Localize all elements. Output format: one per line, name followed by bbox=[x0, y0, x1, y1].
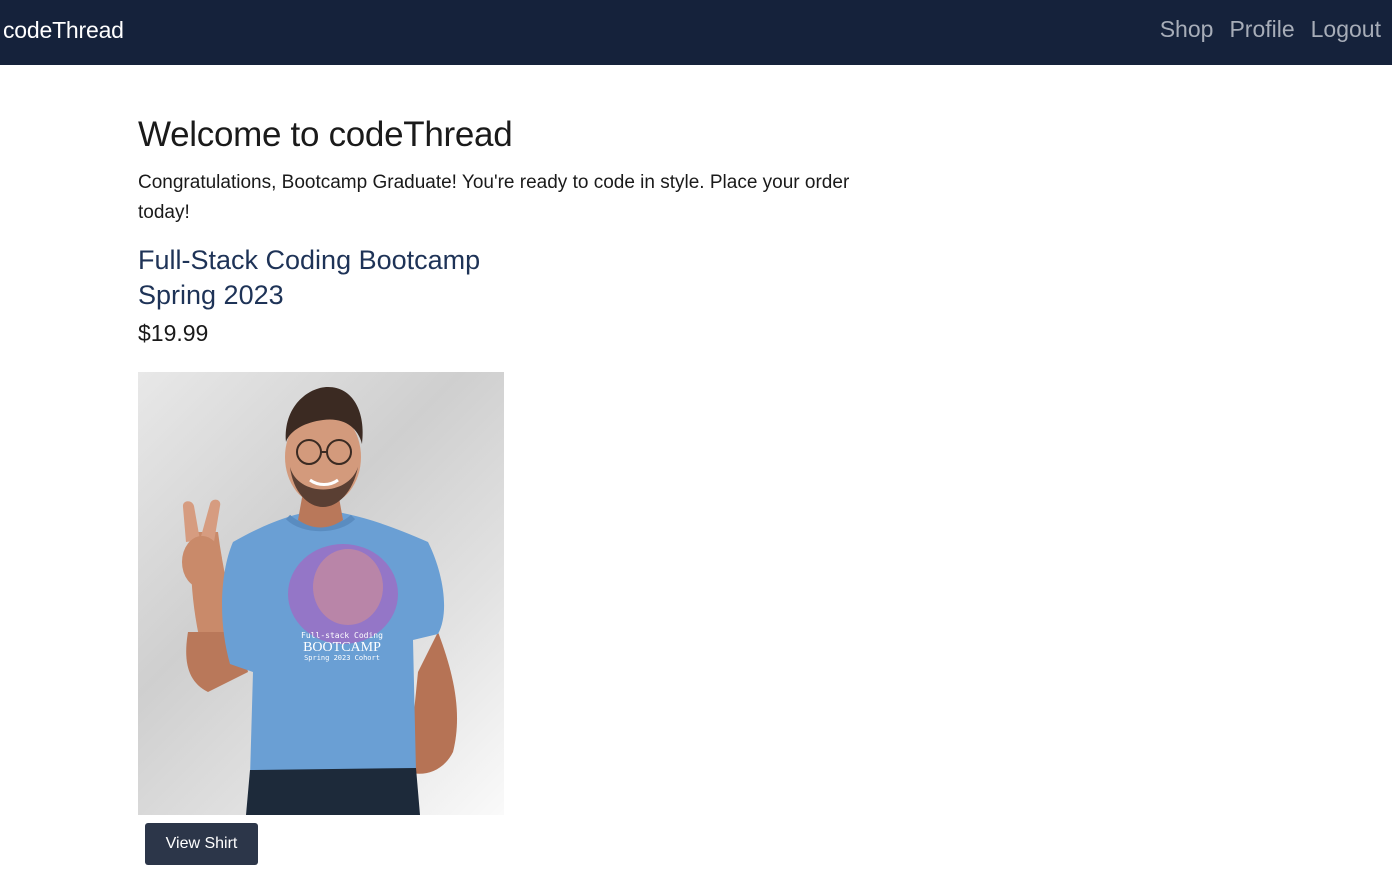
product-image: Full-stack Coding BOOTCAMP Spring 2023 C… bbox=[138, 372, 504, 815]
brand-logo-link[interactable]: codeThread bbox=[3, 17, 124, 44]
view-shirt-button[interactable]: View Shirt bbox=[145, 823, 258, 865]
nav-link-shop[interactable]: Shop bbox=[1160, 16, 1214, 43]
product-title-line2: Spring 2023 bbox=[138, 280, 284, 310]
page-title: Welcome to codeThread bbox=[138, 115, 513, 154]
shirt-print-line2: BOOTCAMP bbox=[303, 640, 381, 655]
shirt-print-line1: Full-stack Coding bbox=[301, 631, 383, 640]
intro-text: Congratulations, Bootcamp Graduate! You'… bbox=[138, 172, 850, 223]
product-price: $19.99 bbox=[138, 320, 209, 346]
product-title-line1: Full-Stack Coding Bootcamp bbox=[138, 245, 481, 275]
navbar: codeThread Shop Profile Logout bbox=[0, 0, 1392, 65]
nav-links: Shop Profile Logout bbox=[1160, 16, 1381, 43]
product-title: Full-Stack Coding Bootcamp Spring 2023 bbox=[138, 243, 518, 313]
nav-link-logout[interactable]: Logout bbox=[1311, 16, 1381, 43]
shirt-model-illustration: Full-stack Coding BOOTCAMP Spring 2023 C… bbox=[182, 387, 458, 815]
nav-link-profile[interactable]: Profile bbox=[1229, 16, 1294, 43]
shirt-print-line3: Spring 2023 Cohort bbox=[304, 654, 380, 662]
